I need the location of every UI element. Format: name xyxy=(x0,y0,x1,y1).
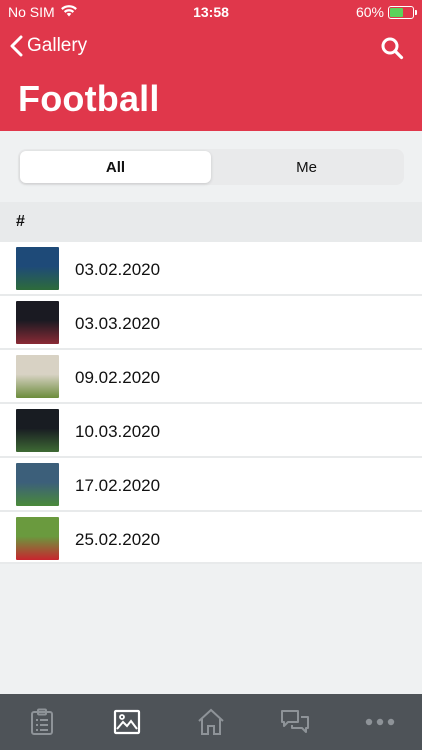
status-bar: No SIM 13:58 60% xyxy=(0,0,422,24)
search-icon xyxy=(381,37,404,60)
gallery-icon xyxy=(113,709,140,735)
list-item[interactable]: 03.02.2020 xyxy=(0,240,422,294)
segment-me-label: Me xyxy=(296,158,317,176)
list-item[interactable]: 25.02.2020 xyxy=(0,510,422,564)
search-button[interactable] xyxy=(380,36,404,65)
chat-icon xyxy=(281,710,310,733)
home-icon xyxy=(198,708,224,735)
clipboard-icon xyxy=(31,708,54,735)
list-item-label: 09.02.2020 xyxy=(75,368,161,387)
list-item[interactable]: 17.02.2020 xyxy=(0,456,422,510)
list-item[interactable]: 09.02.2020 xyxy=(0,348,422,402)
album-list: 03.02.2020 03.03.2020 09.02.2020 10.03.2… xyxy=(0,240,422,564)
page-title: Football xyxy=(18,78,160,119)
tab-chat[interactable] xyxy=(253,694,337,750)
more-icon xyxy=(365,718,395,726)
list-item[interactable]: 03.03.2020 xyxy=(0,294,422,348)
battery-percent: 60% xyxy=(355,4,384,20)
thumbnail-image xyxy=(16,409,59,452)
tab-gallery[interactable] xyxy=(84,694,168,750)
list-item-label: 03.02.2020 xyxy=(75,260,161,279)
list-item-label: 25.02.2020 xyxy=(75,530,161,549)
segment-all[interactable]: All xyxy=(20,151,211,183)
tab-more[interactable] xyxy=(338,694,422,750)
tab-clipboard[interactable] xyxy=(0,694,84,750)
section-header-label: # xyxy=(16,213,25,230)
list-item-label: 10.03.2020 xyxy=(75,422,161,441)
tab-home[interactable] xyxy=(169,694,253,750)
segment-all-label: All xyxy=(105,158,126,176)
list-item-label: 17.02.2020 xyxy=(75,476,161,495)
segmented-control: All Me xyxy=(18,149,404,185)
thumbnail-image xyxy=(16,463,59,506)
thumbnail-image xyxy=(16,517,59,560)
segment-me[interactable]: Me xyxy=(211,151,402,183)
list-item-label: 03.03.2020 xyxy=(75,314,161,333)
thumbnail-image xyxy=(16,247,59,290)
section-header: # xyxy=(0,202,422,240)
thumbnail-image xyxy=(16,355,59,398)
list-item[interactable]: 10.03.2020 xyxy=(0,402,422,456)
tab-bar xyxy=(0,694,422,750)
battery-icon xyxy=(388,5,417,19)
header: No SIM 13:58 60% Gallery Football xyxy=(0,0,422,131)
back-label: Gallery xyxy=(27,35,88,56)
thumbnail-image xyxy=(16,301,59,344)
back-button[interactable]: Gallery xyxy=(10,35,87,57)
chevron-left-icon xyxy=(10,35,23,57)
